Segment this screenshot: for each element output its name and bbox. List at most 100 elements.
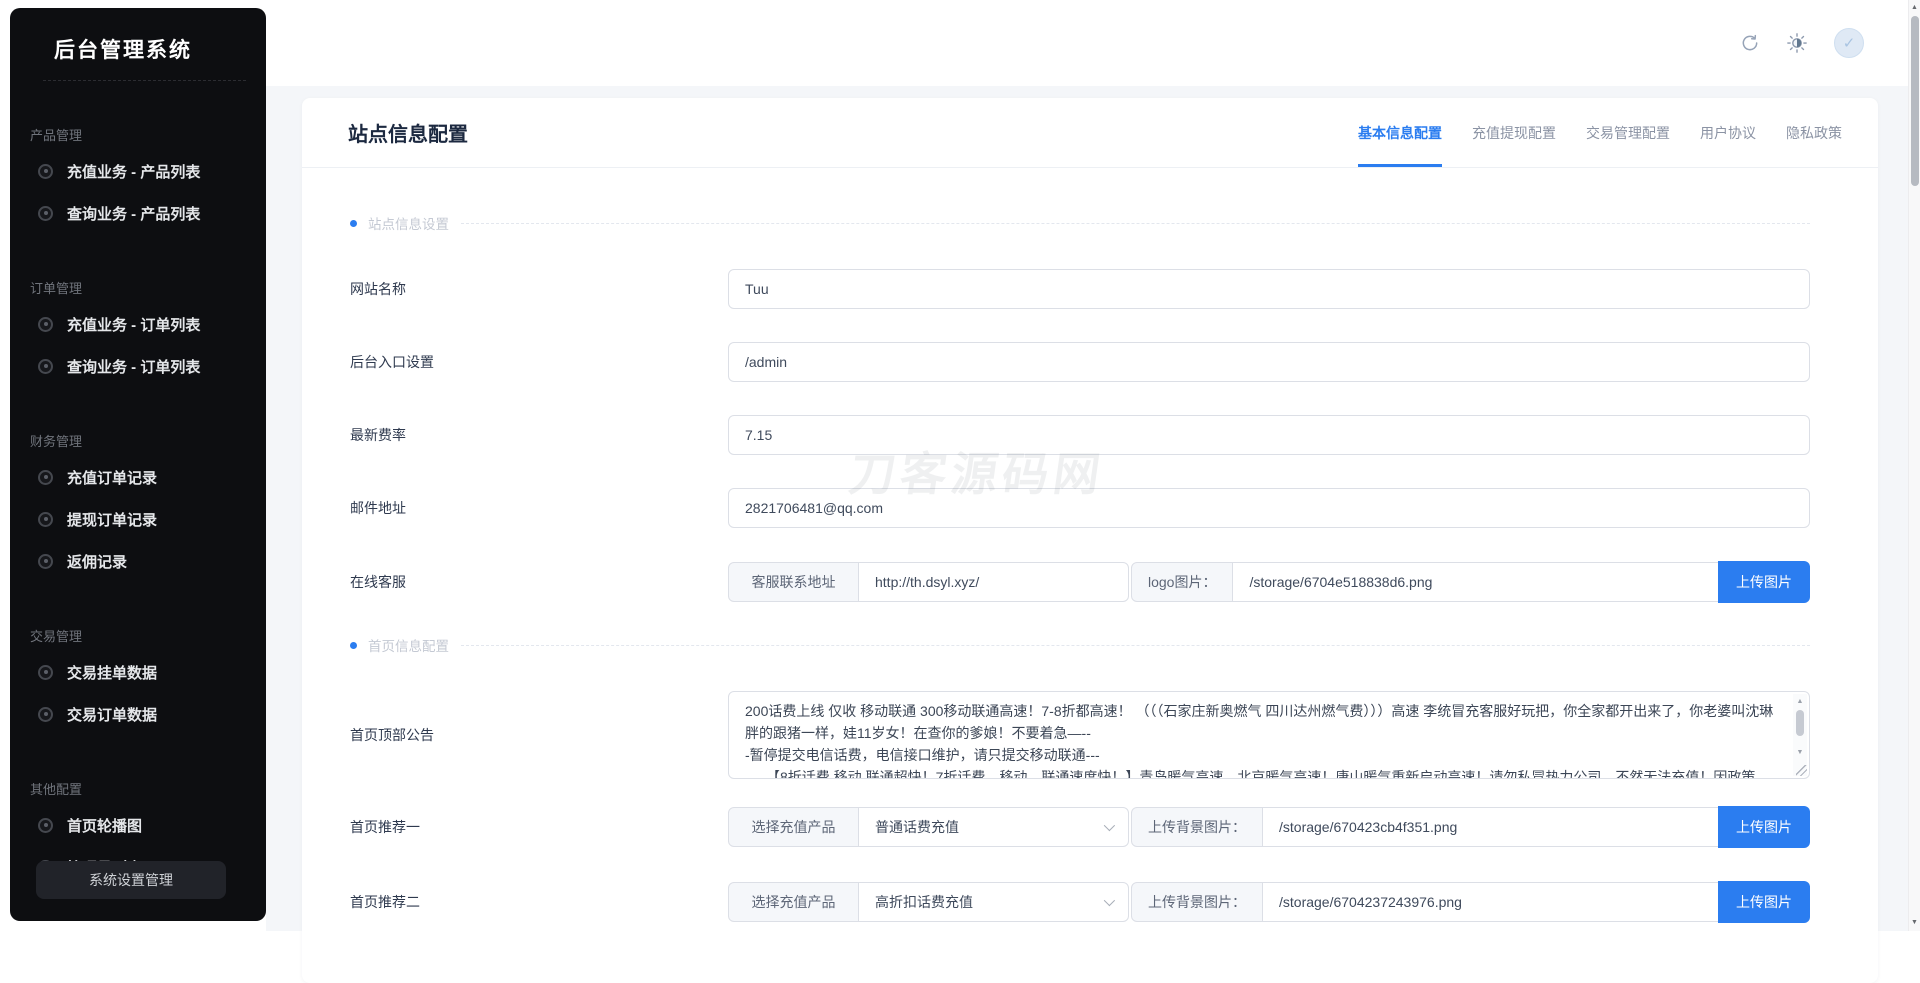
tab-bar: 基本信息配置 充值提现配置 交易管理配置 用户协议 隐私政策 [1358,98,1842,167]
tab-basic-info[interactable]: 基本信息配置 [1358,98,1442,167]
section-site-info: 站点信息设置 [350,214,1810,232]
circle-dot-icon [38,554,53,569]
circle-dot-icon [38,818,53,833]
admin-entry-input[interactable] [728,342,1810,382]
circle-dot-icon [38,707,53,722]
page-title: 站点信息配置 [348,118,468,147]
blue-dot-icon [350,642,357,649]
home-notice-text: 200话费上线 仅收 移动联通 300移动联通高速！7-8折都高速！ （（（石家… [729,692,1809,778]
sidebar-item-home-carousel[interactable]: 首页轮播图 [10,804,266,846]
sidebar-item-query-order-list[interactable]: 查询业务 - 订单列表 [10,345,266,387]
circle-dot-icon [38,206,53,221]
home-notice-textarea[interactable]: 200话费上线 仅收 移动联通 300移动联通高速！7-8折都高速！ （（（石家… [728,691,1810,779]
tab-privacy-policy[interactable]: 隐私政策 [1786,98,1842,167]
circle-dot-icon [38,359,53,374]
user-avatar[interactable]: ✓ [1834,28,1864,58]
page-scrollbar: ▲ ▼ [1908,0,1920,931]
form-row-home-rec1: 首页推荐一 选择充值产品 普通话费充值 上传背景图片： 上传图片 [350,806,1810,848]
sidebar-divider [43,80,246,81]
sidebar-item-label: 首页轮播图 [67,815,142,836]
sidebar-group-finance: 财务管理 [30,431,266,450]
chevron-down-icon [1104,820,1115,831]
tab-recharge-withdraw[interactable]: 充值提现配置 [1472,98,1556,167]
system-settings-button[interactable]: 系统设置管理 [36,861,226,899]
scroll-down-arrow-icon[interactable]: ▼ [1909,917,1920,929]
select-product-addon: 选择充值产品 [728,807,859,847]
selected-product: 高折扣话费充值 [875,892,973,912]
latest-rate-input[interactable] [728,415,1810,455]
email-input[interactable] [728,488,1810,528]
tab-user-agreement[interactable]: 用户协议 [1700,98,1756,167]
blue-dot-icon [350,220,357,227]
scroll-up-arrow-icon[interactable]: ▲ [1793,697,1807,707]
sidebar-item-label: 返佣记录 [67,551,127,572]
textarea-scrollbar-thumb[interactable] [1796,710,1804,736]
topbar: ✓ [266,0,1908,86]
sidebar-item-label: 充值订单记录 [67,467,157,488]
form-row-admin-entry: 后台入口设置 [350,342,1810,382]
scroll-down-arrow-icon[interactable]: ▼ [1793,748,1807,758]
latest-rate-label: 最新费率 [350,425,728,445]
home-rec2-label: 首页推荐二 [350,892,728,912]
form-row-latest-rate: 最新费率 [350,415,1810,455]
sidebar-item-recharge-records[interactable]: 充值订单记录 [10,456,266,498]
sidebar-group-product: 产品管理 [30,125,266,144]
sidebar: 后台管理系统 产品管理 充值业务 - 产品列表 查询业务 - 产品列表 订单管理… [10,8,266,921]
sidebar-item-label: 充值业务 - 产品列表 [67,161,200,182]
sidebar-item-trade-pending-data[interactable]: 交易挂单数据 [10,651,266,693]
form-row-email: 邮件地址 [350,488,1810,528]
admin-entry-label: 后台入口设置 [350,352,728,372]
upload-rec1-bg-button[interactable]: 上传图片 [1718,806,1810,848]
sidebar-item-label: 交易订单数据 [67,704,157,725]
online-service-label: 在线客服 [350,572,728,592]
scroll-up-arrow-icon[interactable]: ▲ [1909,2,1920,14]
scrollbar-thumb[interactable] [1911,16,1919,186]
email-label: 邮件地址 [350,498,728,518]
site-name-input[interactable] [728,269,1810,309]
sidebar-item-trade-order-data[interactable]: 交易订单数据 [10,693,266,735]
bg-image-addon: 上传背景图片： [1131,882,1263,922]
dashed-line [461,645,1810,646]
sidebar-item-recharge-order-list[interactable]: 充值业务 - 订单列表 [10,303,266,345]
circle-dot-icon [38,470,53,485]
theme-toggle-sun-icon[interactable] [1786,32,1808,54]
home-rec1-label: 首页推荐一 [350,817,728,837]
section-title: 首页信息配置 [368,635,449,655]
section-home-info: 首页信息配置 [350,636,1810,654]
sidebar-item-rebate-records[interactable]: 返佣记录 [10,540,266,582]
app-title: 后台管理系统 [10,8,266,64]
resize-grip-icon[interactable] [1796,765,1807,776]
upload-logo-button[interactable]: 上传图片 [1718,561,1810,603]
upload-rec2-bg-button[interactable]: 上传图片 [1718,881,1810,923]
form-row-home-notice: 首页顶部公告 200话费上线 仅收 移动联通 300移动联通高速！7-8折都高速… [350,691,1810,779]
refresh-icon[interactable] [1740,33,1760,53]
form-row-online-service: 在线客服 客服联系地址 logo图片： 上传图片 [350,561,1810,603]
sidebar-item-recharge-product-list[interactable]: 充值业务 - 产品列表 [10,150,266,192]
site-name-label: 网站名称 [350,279,728,299]
sidebar-group-other: 其他配置 [30,779,266,798]
sidebar-item-withdraw-records[interactable]: 提现订单记录 [10,498,266,540]
chevron-down-icon [1104,895,1115,906]
circle-dot-icon [38,512,53,527]
logo-path-input[interactable] [1232,562,1720,602]
sidebar-group-order: 订单管理 [30,278,266,297]
recharge-product-select-2[interactable]: 高折扣话费充值 [858,882,1129,922]
rec2-bg-path-input[interactable] [1262,882,1720,922]
textarea-scrollbar: ▲ ▼ [1793,694,1807,776]
service-url-addon: 客服联系地址 [728,562,859,602]
check-icon: ✓ [1843,34,1856,52]
service-url-input[interactable] [858,562,1129,602]
settings-card: 站点信息配置 基本信息配置 充值提现配置 交易管理配置 用户协议 隐私政策 站点… [302,98,1878,983]
home-notice-label: 首页顶部公告 [350,725,728,745]
circle-dot-icon [38,317,53,332]
sidebar-item-label: 交易挂单数据 [67,662,157,683]
rec1-bg-path-input[interactable] [1262,807,1720,847]
sidebar-item-query-product-list[interactable]: 查询业务 - 产品列表 [10,192,266,234]
form-row-site-name: 网站名称 [350,269,1810,309]
recharge-product-select-1[interactable]: 普通话费充值 [858,807,1129,847]
sidebar-group-trade: 交易管理 [30,626,266,645]
bg-image-addon: 上传背景图片： [1131,807,1263,847]
tab-trade-manage[interactable]: 交易管理配置 [1586,98,1670,167]
select-product-addon: 选择充值产品 [728,882,859,922]
logo-image-addon: logo图片： [1131,562,1233,602]
